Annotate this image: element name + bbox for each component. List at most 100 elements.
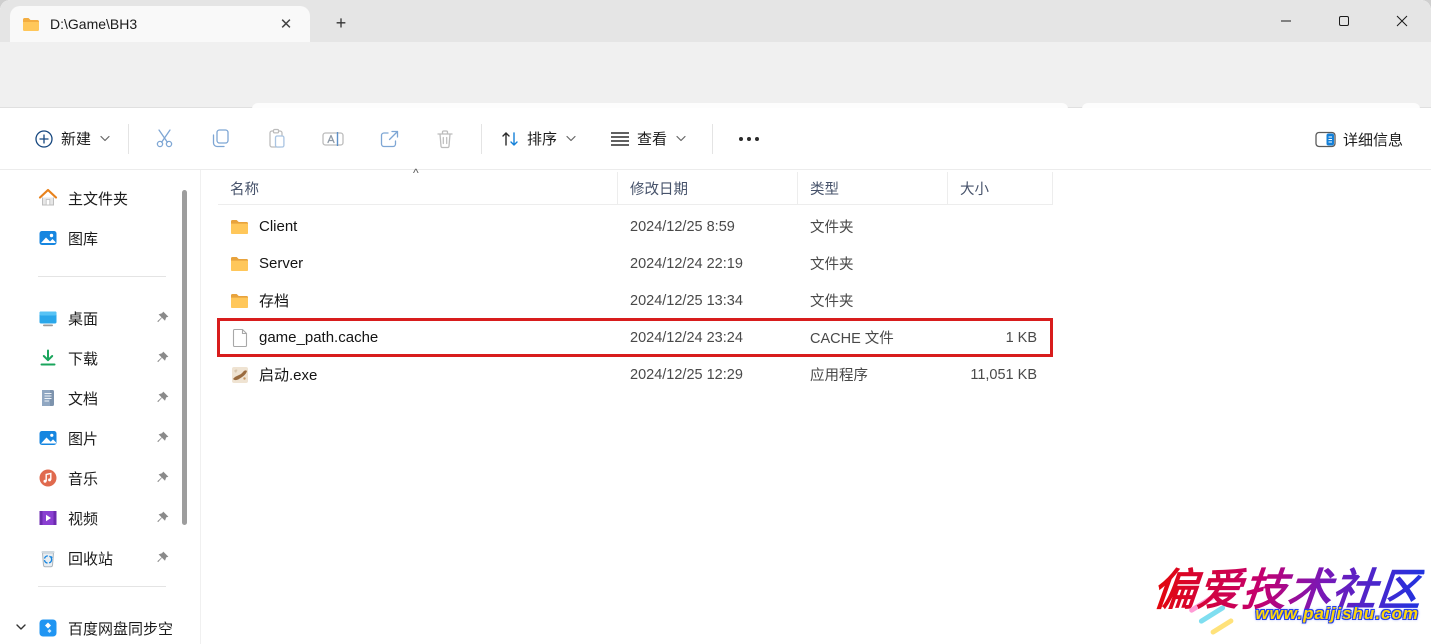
pin-icon: [154, 390, 170, 406]
file-type: 文件夹: [798, 290, 948, 311]
chevron-down-icon: [566, 135, 576, 142]
plus-circle-icon: [34, 129, 54, 149]
file-date: 2024/12/25 8:59: [618, 219, 798, 235]
sidebar-item-videos[interactable]: 视频: [8, 500, 176, 536]
new-tab-button[interactable]: +: [328, 10, 354, 36]
gallery-icon: [38, 228, 58, 248]
file-date: 2024/12/25 12:29: [618, 367, 798, 383]
column-label: 类型: [810, 178, 839, 199]
sidebar-item-gallery[interactable]: 图库: [8, 220, 176, 256]
table-row[interactable]: Server 2024/12/24 22:19 文件夹: [218, 245, 1053, 282]
pictures-icon: [38, 428, 58, 448]
ellipsis-icon: [738, 136, 760, 142]
watermark: 偏爱技术社区 www.paijishu.com: [1085, 554, 1425, 642]
download-icon: [38, 348, 58, 368]
file-date: 2024/12/25 13:34: [618, 293, 798, 309]
command-bar: 新建 排序 查看 详细信息: [0, 108, 1431, 170]
chevron-down-icon: [100, 135, 110, 142]
document-icon: [38, 388, 58, 408]
exe-app-icon: [230, 365, 249, 384]
music-icon: [38, 468, 58, 488]
maximize-button[interactable]: [1315, 0, 1373, 42]
sidebar-item-desktop[interactable]: 桌面: [8, 300, 176, 336]
sort-icon: [500, 129, 520, 149]
recycle-bin-icon: [38, 548, 58, 568]
sidebar-item-documents[interactable]: 文档: [8, 380, 176, 416]
details-pane-icon: [1315, 131, 1336, 148]
file-icon: [230, 328, 249, 347]
chevron-down-icon[interactable]: [14, 620, 30, 636]
tab-close-icon[interactable]: ✕: [274, 12, 298, 36]
table-row[interactable]: Client 2024/12/25 8:59 文件夹: [218, 208, 1053, 245]
table-row[interactable]: 启动.exe 2024/12/25 12:29 应用程序 11,051 KB: [218, 356, 1053, 393]
sidebar-item-downloads[interactable]: 下载: [8, 340, 176, 376]
sidebar-item-label: 图片: [68, 428, 154, 449]
file-name: 启动.exe: [259, 364, 317, 385]
paste-button[interactable]: [255, 119, 299, 159]
file-name: 存档: [259, 290, 289, 311]
view-list-icon: [610, 131, 630, 147]
sidebar-item-label: 回收站: [68, 548, 154, 569]
copy-button[interactable]: [199, 119, 243, 159]
minimize-button[interactable]: [1257, 0, 1315, 42]
tab-title: D:\Game\BH3: [50, 16, 274, 32]
sidebar-item-label: 文档: [68, 388, 154, 409]
sidebar-item-recycle-bin[interactable]: 回收站: [8, 540, 176, 576]
explorer-tab[interactable]: D:\Game\BH3 ✕: [10, 6, 310, 42]
watermark-streak: [1210, 617, 1235, 635]
toolbar-divider: [712, 124, 713, 154]
table-row-highlighted[interactable]: game_path.cache 2024/12/24 23:24 CACHE 文…: [218, 319, 1053, 356]
more-options-button[interactable]: [727, 119, 771, 159]
sidebar-item-label: 图库: [68, 228, 176, 249]
file-explorer-window: D:\Game\BH3 ✕ + 此电脑 软件 (D:) Game BH3: [0, 0, 1431, 644]
view-button[interactable]: 查看: [600, 119, 696, 159]
toolbar-divider: [128, 124, 129, 154]
sidebar-item-label: 下载: [68, 348, 154, 369]
trash-icon: [436, 129, 454, 149]
cut-button[interactable]: [143, 119, 187, 159]
pin-icon: [154, 510, 170, 526]
column-header-type[interactable]: 类型: [798, 172, 948, 204]
file-name: game_path.cache: [259, 329, 378, 346]
sidebar-item-pictures[interactable]: 图片: [8, 420, 176, 456]
toolbar-divider: [481, 124, 482, 154]
sidebar-item-label: 桌面: [68, 308, 154, 329]
rename-button[interactable]: [311, 119, 355, 159]
table-row[interactable]: 存档 2024/12/25 13:34 文件夹: [218, 282, 1053, 319]
column-header-date[interactable]: 修改日期: [618, 172, 798, 204]
column-header-size[interactable]: 大小: [948, 172, 1053, 204]
column-label: 修改日期: [630, 178, 688, 199]
home-icon: [38, 188, 58, 208]
videos-icon: [38, 508, 58, 528]
delete-button[interactable]: [423, 119, 467, 159]
sidebar-item-label: 主文件夹: [68, 188, 176, 209]
column-headers: 名称 ^ 修改日期 类型 大小: [218, 172, 1053, 205]
navigation-pane: 主文件夹 图库 桌面 下载 文档 图片 音乐: [0, 170, 200, 644]
column-label: 大小: [960, 178, 989, 199]
file-type: 文件夹: [798, 216, 948, 237]
window-controls: [1257, 0, 1431, 42]
column-header-name[interactable]: 名称 ^: [218, 172, 618, 204]
sidebar-item-music[interactable]: 音乐: [8, 460, 176, 496]
pin-icon: [154, 550, 170, 566]
pane-divider: [200, 170, 201, 644]
file-name: Server: [259, 255, 303, 272]
pin-icon: [154, 350, 170, 366]
close-button[interactable]: [1373, 0, 1431, 42]
sidebar-item-label: 音乐: [68, 468, 154, 489]
file-type: 应用程序: [798, 364, 948, 385]
file-size: 1 KB: [948, 330, 1053, 346]
new-button[interactable]: 新建: [24, 119, 120, 159]
share-icon: [379, 129, 400, 149]
scissors-icon: [155, 128, 176, 149]
share-button[interactable]: [367, 119, 411, 159]
clipboard-icon: [267, 128, 287, 149]
folder-icon: [230, 217, 249, 236]
sort-button[interactable]: 排序: [490, 119, 586, 159]
folder-icon: [230, 254, 249, 273]
details-pane-button[interactable]: 详细信息: [1305, 119, 1413, 159]
sidebar-item-home[interactable]: 主文件夹: [8, 180, 176, 216]
file-type: 文件夹: [798, 253, 948, 274]
sidebar-scrollbar[interactable]: [182, 190, 187, 525]
sidebar-item-baidu-netdisk[interactable]: 百度网盘同步空: [8, 610, 176, 644]
